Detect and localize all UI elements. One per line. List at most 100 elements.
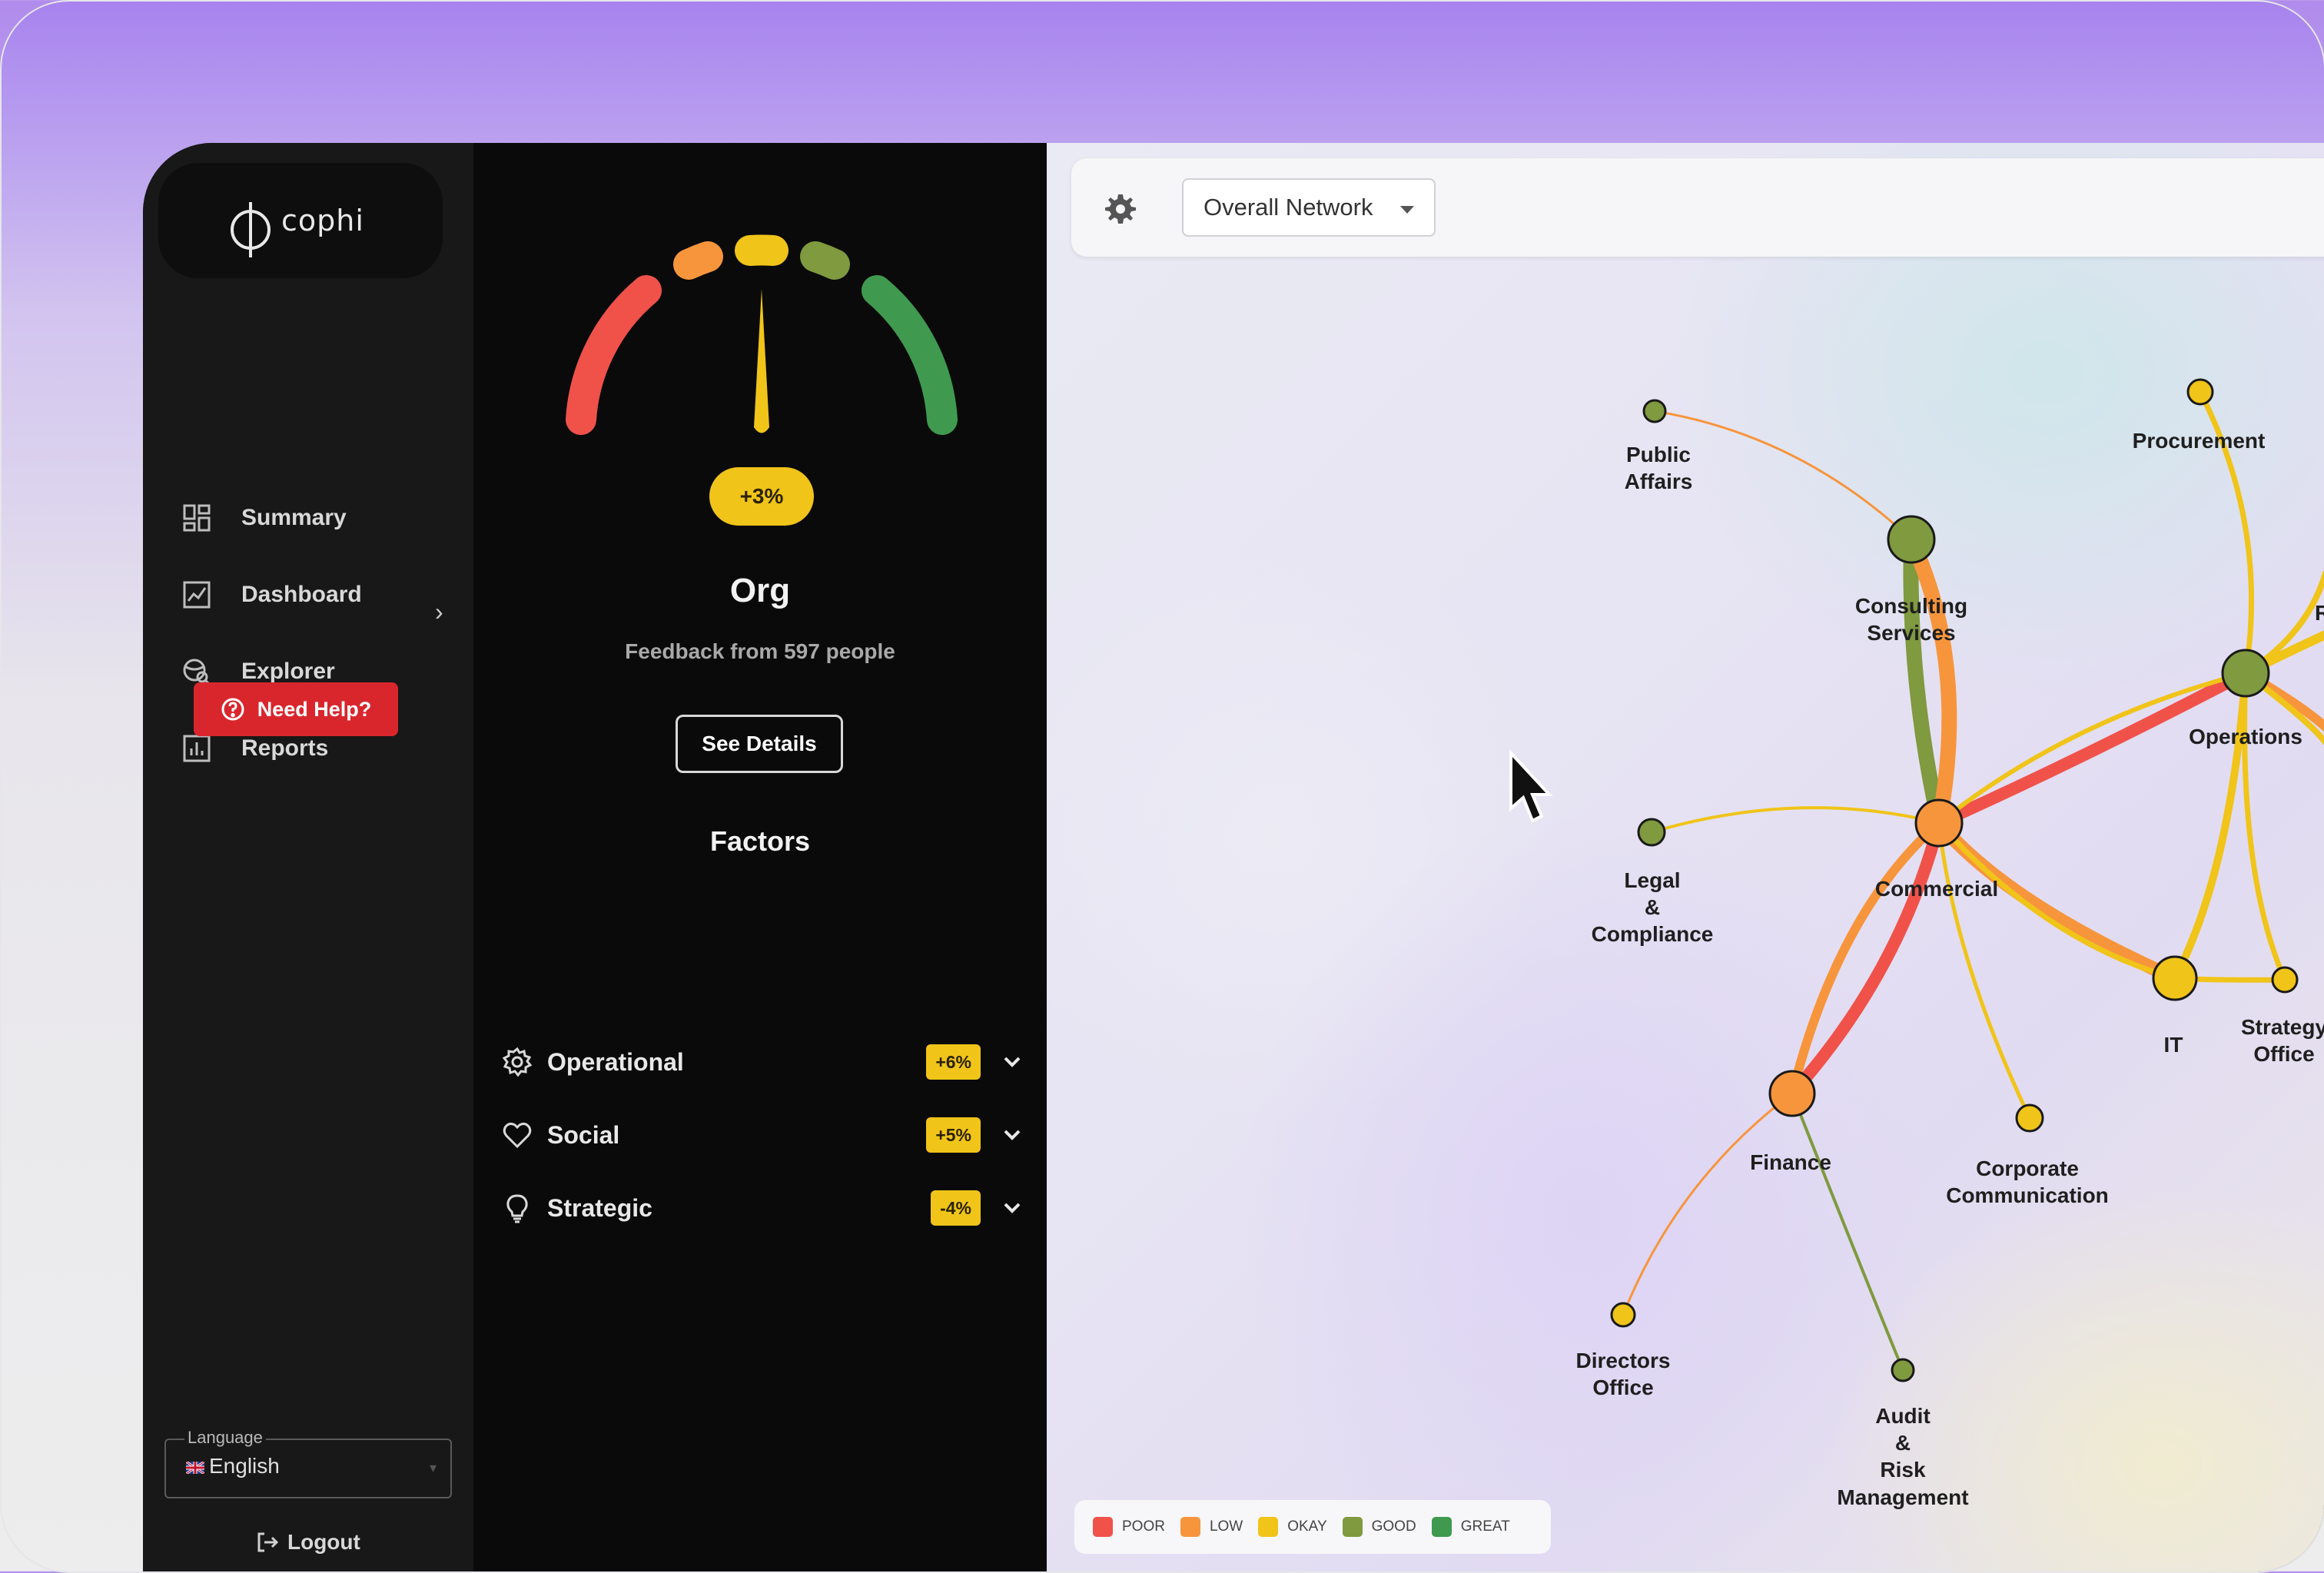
edge — [1792, 1093, 1903, 1370]
node-label: Public — [1626, 443, 1691, 466]
node-label: IT — [2164, 1033, 2183, 1057]
window-frame: cophi Summary Dashboard Explorer Reports — [0, 0, 2324, 1573]
sidebar: cophi Summary Dashboard Explorer Reports — [143, 143, 473, 1573]
chevron-down-icon[interactable] — [1001, 1123, 1024, 1147]
sidebar-item-summary[interactable]: Summary — [181, 495, 347, 541]
chevron-down-icon[interactable] — [1001, 1050, 1024, 1074]
node-label: Operations — [2189, 725, 2302, 748]
logo[interactable]: cophi — [158, 163, 443, 278]
uk-flag-icon — [186, 1462, 204, 1474]
edge — [1939, 823, 2175, 978]
gauge-needle — [754, 289, 769, 433]
caret-down-icon: ▾ — [430, 1460, 437, 1476]
node-label: Legal — [1624, 868, 1680, 892]
factor-row-social[interactable]: Social +5% — [501, 1112, 1024, 1158]
logout-button[interactable]: Logout — [255, 1530, 360, 1555]
node-audit-risk — [1892, 1359, 1914, 1381]
factor-label: Operational — [547, 1048, 926, 1077]
logout-label: Logout — [287, 1530, 360, 1555]
org-title: Org — [473, 572, 1047, 610]
node-label: Procurement — [2133, 429, 2266, 453]
network-graph[interactable]: Public Affairs Procurement Consulting Serv… — [1047, 143, 2324, 1573]
node-strategy-office — [2273, 967, 2297, 992]
node-public-affairs — [1644, 400, 1665, 422]
app-window: cophi Summary Dashboard Explorer Reports — [143, 143, 2324, 1573]
factor-row-operational[interactable]: Operational +6% — [501, 1039, 1024, 1085]
node-label: Office — [1592, 1376, 1653, 1399]
factor-label: Social — [547, 1121, 926, 1150]
legend: POOR LOW OKAY GOOD GREAT — [1074, 1500, 1551, 1554]
factor-label: Strategic — [547, 1194, 931, 1223]
node-label: Strategy — [2241, 1015, 2324, 1039]
lightbulb-icon — [501, 1192, 533, 1224]
gauge-segment-poor — [581, 290, 646, 420]
org-summary-panel: +3% Org Feedback from 597 people See Det… — [473, 143, 1047, 1573]
legend-item-great: GREAT — [1432, 1517, 1510, 1537]
gauge-segment-good — [815, 257, 835, 264]
chevron-right-icon[interactable]: › — [435, 598, 443, 626]
language-label: Language — [184, 1428, 266, 1448]
sidebar-item-label: Explorer — [241, 659, 335, 685]
edge — [1623, 1093, 1792, 1315]
legend-item-low: LOW — [1180, 1517, 1243, 1537]
node-label: Office — [2253, 1042, 2314, 1066]
node-label: R — [2315, 601, 2324, 625]
legend-item-okay: OKAY — [1258, 1517, 1326, 1537]
node-label: Audit — [1875, 1404, 1931, 1428]
edge — [2175, 673, 2246, 978]
chart-line-icon — [181, 579, 212, 610]
language-select[interactable]: Language English ▾ — [164, 1439, 452, 1498]
node-label: & — [1645, 895, 1660, 919]
node-label: Services — [1867, 621, 1955, 645]
node-operations — [2223, 650, 2269, 696]
node-corporate-communication — [2017, 1105, 2043, 1131]
grid-icon — [181, 503, 212, 533]
node-label: Compliance — [1592, 922, 1714, 946]
sidebar-item-dashboard[interactable]: Dashboard — [181, 572, 362, 618]
feedback-count: Feedback from 597 people — [473, 639, 1047, 664]
brand-name: cophi — [281, 204, 364, 237]
edge — [1792, 823, 1939, 1093]
sidebar-item-label: Reports — [241, 735, 328, 762]
node-procurement — [2188, 380, 2213, 404]
network-labels: Public Affairs Procurement Consulting Serv… — [1576, 429, 2324, 1509]
sidebar-item-label: Summary — [241, 505, 347, 531]
factor-row-strategic[interactable]: Strategic -4% — [501, 1185, 1024, 1231]
gauge-segment-low — [689, 257, 708, 264]
mouse-cursor-icon — [1508, 750, 1562, 827]
network-view: Overall Network — [1047, 143, 2324, 1573]
node-label: Directors — [1576, 1349, 1671, 1372]
edge — [2245, 673, 2285, 980]
chevron-down-icon[interactable] — [1001, 1196, 1024, 1220]
node-label: & — [1895, 1431, 1911, 1455]
edge — [1792, 823, 1939, 1093]
sidebar-item-label: Dashboard — [241, 582, 362, 608]
node-label: Finance — [1750, 1150, 1831, 1174]
edge — [1652, 808, 1939, 832]
node-legal-compliance — [1638, 819, 1665, 845]
factors-heading: Factors — [473, 825, 1047, 858]
legend-item-poor: POOR — [1093, 1517, 1165, 1537]
logout-icon — [255, 1530, 280, 1555]
need-help-button[interactable]: Need Help? — [194, 682, 398, 736]
cophi-logo-icon — [229, 199, 272, 261]
node-label: Corporate — [1976, 1157, 2079, 1180]
bar-chart-icon — [181, 733, 212, 764]
factor-change-badge: -4% — [931, 1190, 981, 1226]
need-help-label: Need Help? — [257, 698, 372, 722]
gauge-segment-great — [877, 290, 942, 420]
overall-change-badge: +3% — [709, 467, 814, 526]
legend-item-good: GOOD — [1343, 1517, 1416, 1537]
sentiment-gauge — [558, 220, 965, 458]
node-label: Management — [1837, 1485, 1968, 1509]
see-details-button[interactable]: See Details — [676, 715, 843, 773]
node-directors-office — [1612, 1303, 1635, 1326]
node-label: Risk — [1880, 1458, 1926, 1482]
edge — [1655, 411, 1911, 539]
node-label: Commercial — [1875, 877, 1998, 901]
heart-icon — [501, 1119, 533, 1151]
question-icon — [221, 697, 245, 722]
node-commercial — [1916, 800, 1962, 846]
node-label: Consulting — [1855, 594, 1967, 618]
node-label: Affairs — [1625, 470, 1693, 493]
